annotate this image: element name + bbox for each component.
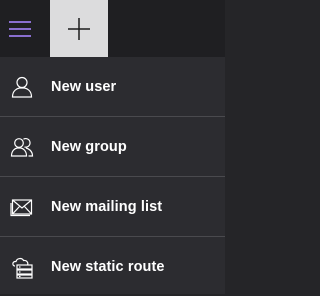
mail-icon xyxy=(9,194,35,220)
group-icon xyxy=(9,134,35,160)
menu-item-new-user[interactable]: New user xyxy=(0,57,225,116)
menu-item-label: New static route xyxy=(51,258,165,275)
menu-item-label: New user xyxy=(51,78,117,95)
menu-item-new-mailing-list[interactable]: New mailing list xyxy=(0,176,225,236)
menu-item-label: New mailing list xyxy=(51,198,163,215)
add-new-button[interactable] xyxy=(50,0,108,57)
user-icon xyxy=(9,74,35,100)
menu-item-new-static-route[interactable]: New static route xyxy=(0,236,225,296)
hamburger-menu-button[interactable] xyxy=(0,0,40,57)
static-route-icon xyxy=(9,254,35,280)
hamburger-icon xyxy=(9,20,31,37)
menu-item-label: New group xyxy=(51,138,127,155)
menu-item-new-group[interactable]: New group xyxy=(0,116,225,176)
new-item-dropdown-menu: New user New group New mailing list New … xyxy=(0,57,225,294)
top-toolbar xyxy=(0,0,225,57)
plus-icon xyxy=(68,17,90,40)
